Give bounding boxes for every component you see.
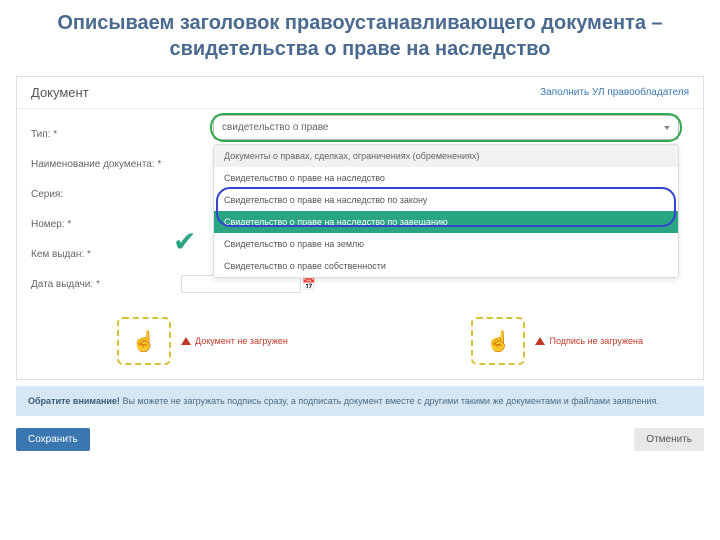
type-input[interactable]: свидетельство о праве	[213, 115, 679, 140]
pointer-icon: ☝	[132, 329, 157, 354]
warning-icon	[535, 337, 545, 345]
form-body: Тип: * Наименование документа: * Серия: …	[17, 109, 703, 303]
dropdown-item[interactable]: Свидетельство о праве собственности	[214, 255, 678, 277]
notice-bold: Обратите внимание!	[28, 396, 120, 406]
label-number: Номер: *	[31, 219, 181, 230]
fill-owner-link[interactable]: Заполнить УЛ правообладателя	[540, 87, 689, 98]
page-title: Описываем заголовок правоустанавливающег…	[0, 0, 720, 72]
calendar-icon[interactable]: 📅	[302, 278, 316, 291]
warning-icon	[181, 337, 191, 345]
cancel-button[interactable]: Отменить	[634, 428, 704, 451]
pointer-icon: ☝	[486, 329, 511, 354]
type-input-value: свидетельство о праве	[222, 122, 328, 133]
panel-title: Документ	[31, 85, 89, 100]
sign-warn-text: Подпись не загружена	[549, 336, 643, 346]
type-combobox: свидетельство о праве Документы о правах…	[213, 115, 679, 278]
dropdown-item[interactable]: Свидетельство о праве на землю	[214, 233, 678, 255]
dropdown-item-selected[interactable]: Свидетельство о праве на наследство по з…	[214, 211, 678, 233]
label-doc-name: Наименование документа: *	[31, 159, 181, 170]
save-button[interactable]: Сохранить	[16, 428, 90, 451]
upload-signature-block: ☝ Подпись не загружена	[471, 317, 643, 365]
notice-text: Вы можете не загружать подпись сразу, а …	[120, 396, 659, 406]
dropdown-group: Документы о правах, сделках, ограничения…	[214, 145, 678, 167]
label-issue-date: Дата выдачи: *	[31, 279, 181, 290]
upload-document-dropzone[interactable]: ☝	[117, 317, 171, 365]
doc-not-loaded-warn: Документ не загружен	[181, 336, 288, 346]
upload-signature-dropzone[interactable]: ☝	[471, 317, 525, 365]
dropdown-item[interactable]: Свидетельство о праве на наследство	[214, 167, 678, 189]
type-dropdown: Документы о правах, сделках, ограничения…	[213, 144, 679, 278]
upload-row: ☝ Документ не загружен ☝ Подпись не загр…	[17, 303, 703, 379]
dropdown-item[interactable]: Свидетельство о праве на наследство по з…	[214, 189, 678, 211]
document-panel: Документ Заполнить УЛ правообладателя Ти…	[16, 76, 704, 380]
checkmark-icon: ✔	[173, 225, 196, 258]
doc-warn-text: Документ не загружен	[195, 336, 288, 346]
upload-document-block: ☝ Документ не загружен	[117, 317, 288, 365]
label-type: Тип: *	[31, 129, 181, 140]
notice-bar: Обратите внимание! Вы можете не загружат…	[16, 386, 704, 416]
label-series: Серия:	[31, 189, 181, 200]
sign-not-loaded-warn: Подпись не загружена	[535, 336, 643, 346]
panel-header: Документ Заполнить УЛ правообладателя	[17, 77, 703, 109]
footer: Сохранить Отменить	[0, 422, 720, 461]
label-issued-by: Кем выдан: *	[31, 249, 181, 260]
